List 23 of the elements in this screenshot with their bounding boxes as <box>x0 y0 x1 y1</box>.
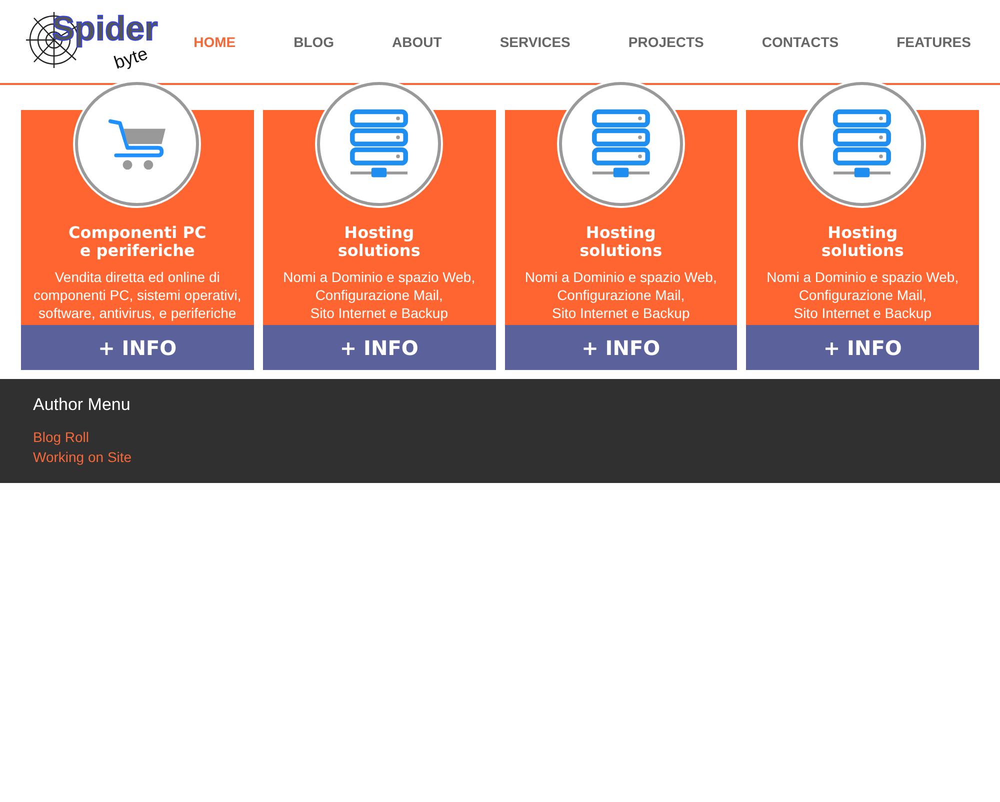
card-title: Hosting solutions <box>578 224 664 260</box>
card-description: Vendita diretta ed online di componenti PC, sistemi operativi, software, antivirus, e periferiche <box>32 268 242 322</box>
nav-link[interactable]: BLOG <box>264 34 364 50</box>
info-button[interactable]: + INFO <box>746 325 979 370</box>
footer-link[interactable]: Working on Site <box>33 447 132 467</box>
card-title: Hosting solutions <box>820 224 905 260</box>
nav-link[interactable]: FEATURES <box>868 34 1000 50</box>
footer-heading: Author Menu <box>33 395 130 415</box>
card-description: Nomi a Dominio e spazio Web, Configurazione Mail, Sito Internet e Backup <box>282 268 476 322</box>
nav-link[interactable]: SERVICES <box>470 34 600 50</box>
info-button[interactable]: + INFO <box>504 325 738 370</box>
nav-link[interactable]: ABOUT <box>363 34 471 50</box>
card-description: Nomi a Dominio e spazio Web, Configurazione Mail, Sito Internet e Backup <box>766 268 960 322</box>
logo-subtitle: byte <box>112 42 150 74</box>
card-title: Hosting solutions <box>336 224 422 260</box>
nav-link[interactable]: CONTACTS <box>732 34 868 50</box>
card-description: Nomi a Dominio e spazio Web, Configurazione Mail, Sito Internet e Backup <box>524 268 718 322</box>
nav-link[interactable]: PROJECTS <box>599 34 733 50</box>
info-button[interactable]: + INFO <box>262 325 496 370</box>
card-title: Componenti PC e periferiche <box>68 224 208 260</box>
nav-link[interactable]: HOME <box>194 34 265 50</box>
footer-link[interactable]: Blog Roll <box>33 427 90 447</box>
info-button[interactable]: + INFO <box>21 325 254 370</box>
